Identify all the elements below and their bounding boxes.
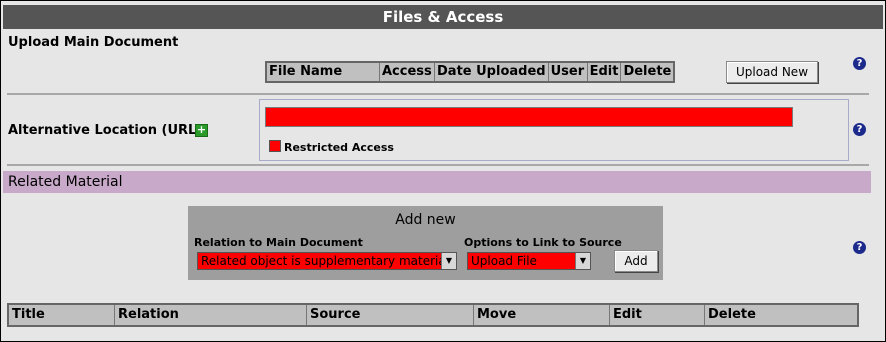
col-edit: Edit	[586, 61, 622, 83]
col-title: Title	[7, 303, 115, 327]
upload-main-document-label: Upload Main Document	[8, 35, 179, 50]
options-select-value: Upload File	[471, 254, 537, 268]
options-select[interactable]: Upload File ▼	[467, 252, 591, 270]
divider	[7, 164, 869, 166]
options-label: Options to Link to Source	[464, 236, 622, 249]
col-date-uploaded: Date Uploaded	[434, 61, 549, 83]
files-table-header: File Name Access Date Uploaded User Edit…	[265, 61, 675, 83]
files-table: File Name Access Date Uploaded User Edit…	[265, 61, 676, 83]
col-user: User	[547, 61, 588, 83]
files-access-panel: Files & Access Upload Main Document File…	[0, 0, 886, 342]
upload-new-button[interactable]: Upload New	[726, 61, 818, 83]
col-source: Source	[306, 303, 474, 327]
relation-select-value: Related object is supplementary material	[201, 254, 450, 268]
relation-select[interactable]: Related object is supplementary material…	[197, 252, 457, 270]
col-move: Move	[473, 303, 610, 327]
relation-label: Relation to Main Document	[194, 236, 363, 249]
restricted-access-checkbox[interactable]	[269, 140, 281, 152]
add-icon[interactable]: +	[195, 124, 208, 137]
restricted-access-label: Restricted Access	[284, 141, 394, 154]
col-relation: Relation	[114, 303, 307, 327]
col-file-name: File Name	[265, 61, 380, 83]
help-icon[interactable]: ?	[853, 123, 866, 136]
col-delete: Delete	[620, 61, 675, 83]
add-new-title: Add new	[395, 212, 456, 228]
chevron-down-icon: ▼	[441, 253, 456, 269]
col-access: Access	[379, 61, 435, 83]
related-material-table: Title Relation Source Move Edit Delete	[7, 303, 859, 327]
help-icon[interactable]: ?	[853, 57, 866, 70]
col-edit: Edit	[609, 303, 705, 327]
alternative-location-label: Alternative Location (URL)	[8, 123, 203, 138]
url-input[interactable]	[265, 107, 793, 127]
add-new-panel: Add new Relation to Main Document Option…	[188, 206, 663, 280]
col-delete: Delete	[704, 303, 859, 327]
chevron-down-icon: ▼	[575, 253, 590, 269]
related-material-bar: Related Material	[3, 171, 871, 193]
help-icon[interactable]: ?	[853, 241, 866, 254]
divider	[7, 93, 869, 95]
panel-title: Files & Access	[3, 5, 883, 29]
add-button[interactable]: Add	[614, 250, 658, 272]
related-table-header: Title Relation Source Move Edit Delete	[7, 303, 859, 327]
